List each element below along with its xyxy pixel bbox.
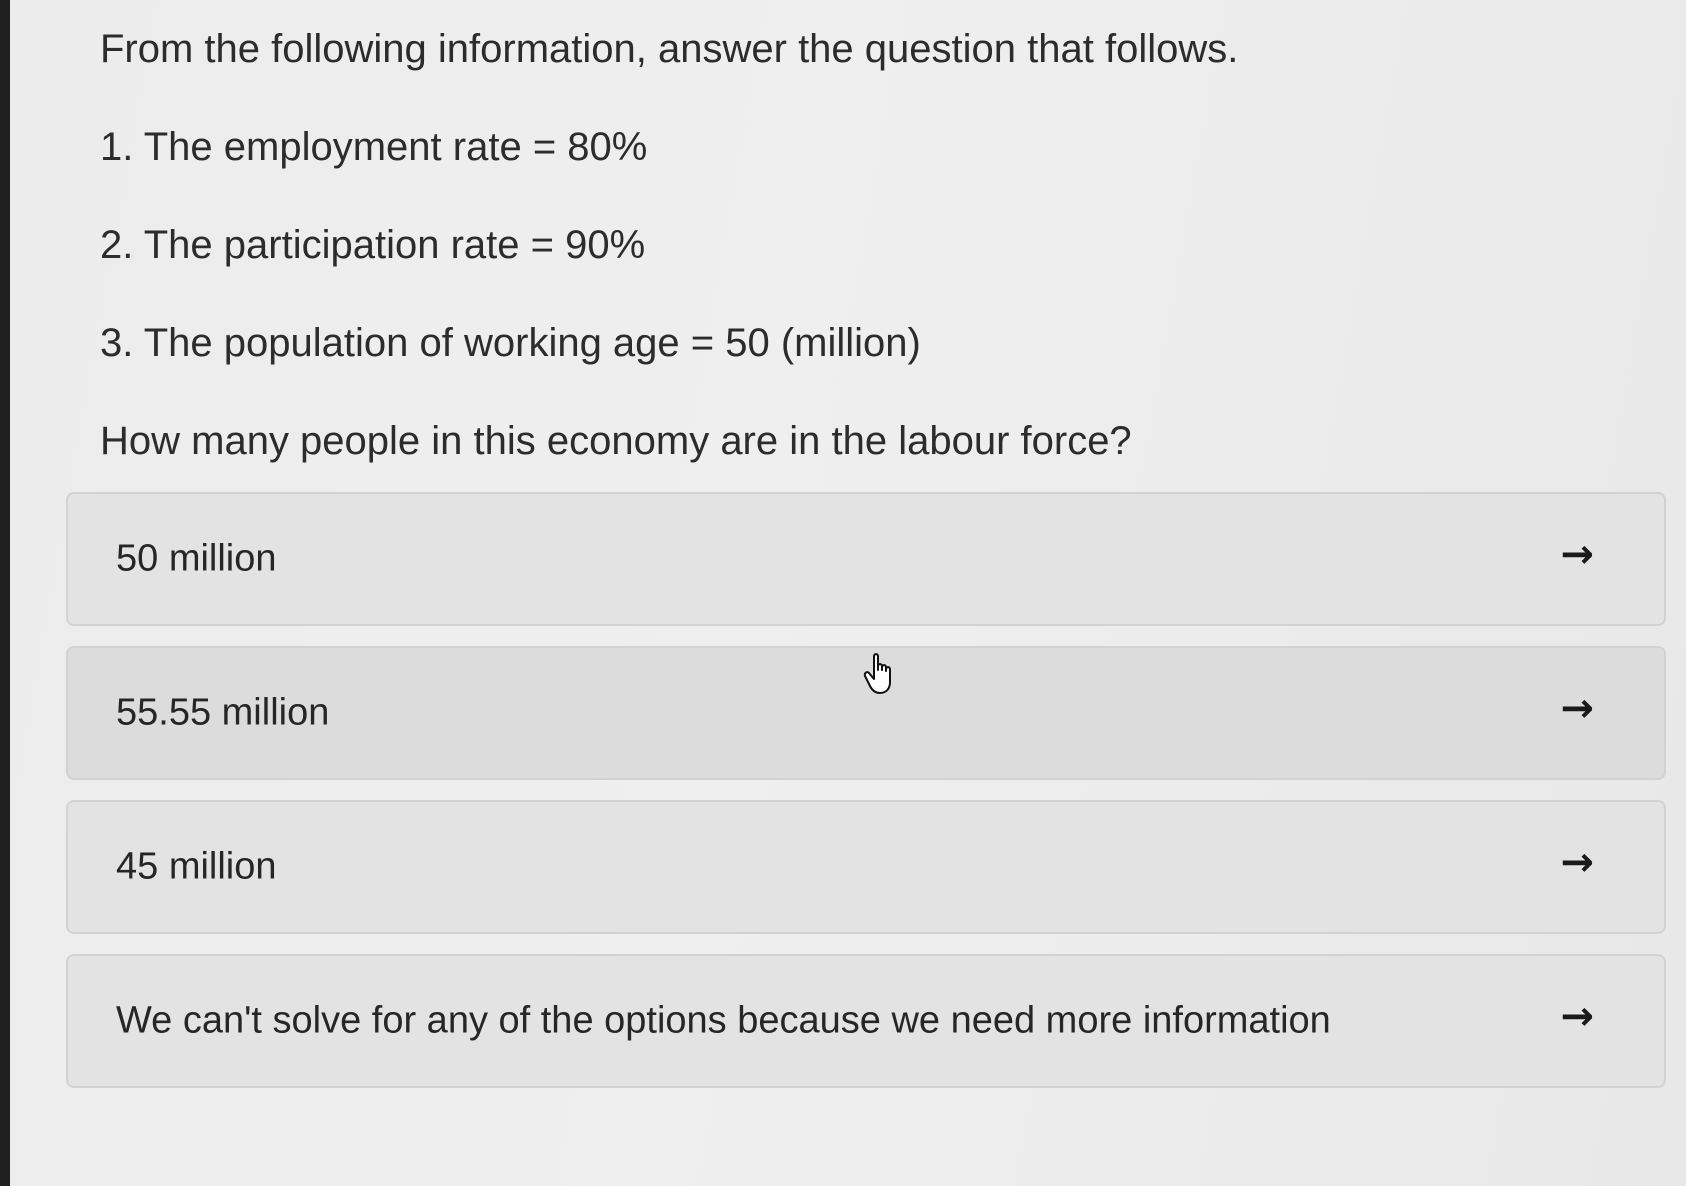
hand-pointer-icon: [863, 653, 891, 694]
arrow-right-icon: →: [1560, 531, 1594, 578]
answer-option-label: 55.55 million: [116, 691, 330, 734]
arrow-right-icon: →: [1560, 839, 1594, 886]
answer-option-label: We can't solve for any of the options be…: [116, 999, 1331, 1042]
answer-option-label: 50 million: [116, 537, 277, 580]
facts-list: 1. The employment rate = 80% 2. The part…: [100, 98, 1500, 392]
arrow-right-icon: →: [1560, 993, 1594, 1040]
answer-option-45-million[interactable]: 45 million →: [66, 800, 1666, 934]
question-block: From the following information, answer t…: [100, 0, 1500, 490]
fact-item: 3. The population of working age = 50 (m…: [100, 321, 921, 365]
question-intro: From the following information, answer t…: [100, 27, 1239, 71]
question-prompt: How many people in this economy are in t…: [100, 419, 1132, 463]
arrow-right-icon: →: [1560, 685, 1594, 732]
answer-options: 50 million → 55.55 million → 45 million …: [66, 492, 1666, 1108]
fact-item: 2. The participation rate = 90%: [100, 223, 646, 267]
fact-item: 1. The employment rate = 80%: [100, 125, 648, 169]
answer-option-need-more-info[interactable]: We can't solve for any of the options be…: [66, 954, 1666, 1088]
quiz-screen: From the following information, answer t…: [10, 0, 1686, 1186]
answer-option-50-million[interactable]: 50 million →: [66, 492, 1666, 626]
answer-option-label: 45 million: [116, 845, 277, 888]
